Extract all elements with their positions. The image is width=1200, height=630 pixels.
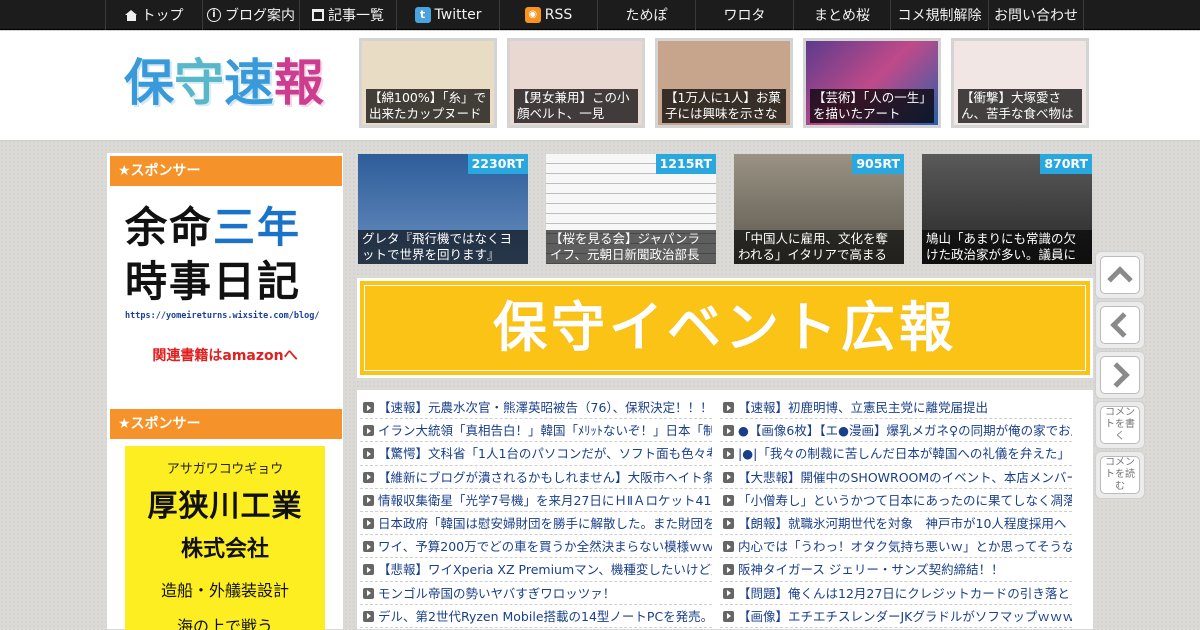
- headline-column-right: 【速報】初鹿明博、立憲民主党に離党届提出 ●【画像6枚】【エ●漫画】爆乳メガネ♀…: [720, 396, 1072, 628]
- retweet-count-badge: 2230RT: [467, 154, 528, 174]
- headline-link[interactable]: ●【画像6枚】【エ●漫画】爆乳メガネ♀の同期が俺の家でお風呂: [720, 419, 1072, 443]
- chevron-right-icon: [1104, 362, 1130, 388]
- header-thumb-article[interactable]: 【1万人に1人】お菓子には興味を示さない: [655, 38, 793, 128]
- chevron-left-icon: [1110, 312, 1136, 338]
- headline-link[interactable]: 【悲報】ワイXperia XZ Premiumマン、機種変したいけど変えた: [360, 558, 712, 582]
- retweet-count-badge: 905RT: [852, 154, 904, 174]
- site-logo[interactable]: 保守速報: [124, 53, 324, 113]
- popular-articles: 2230RT グレタ『飛行機ではなくヨットで世界を回ります』 1215RT 【桜…: [358, 154, 1092, 264]
- left-sidebar: ★スポンサー 余命三年 時事日記 https://yomeireturns.wi…: [106, 152, 344, 630]
- headline-link[interactable]: デル、第2世代Ryzen Mobile搭載の14型ノートPCを発売。価格は: [360, 605, 712, 628]
- retweet-count-badge: 870RT: [1040, 154, 1092, 174]
- headline-link[interactable]: 【速報】初鹿明博、立憲民主党に離党届提出: [720, 396, 1072, 420]
- headline-link[interactable]: 阪神タイガース ジェリー・サンズ契約締結！！: [720, 558, 1072, 582]
- nav-item-tamepo[interactable]: ためぽ: [597, 0, 695, 30]
- headline-link[interactable]: 【維新にブログが潰されるかもしれません】大阪市ヘイト条例: [360, 466, 712, 489]
- retweet-count-badge: 1215RT: [655, 154, 716, 174]
- headline-link[interactable]: |●|「我々の制裁に苦しんだ日本が韓国への礼儀を弁えた」と韓: [720, 442, 1072, 466]
- scroll-top-button[interactable]: [1095, 251, 1145, 299]
- nav-item-rss[interactable]: ◉ RSS: [499, 0, 597, 30]
- popular-article-card[interactable]: 905RT 「中国人に雇用、文化を奪われる」イタリアで高まる: [734, 154, 904, 264]
- headline-list: 【速報】元農水次官・熊澤英昭被告（76）、保釈決定！！！！ イラン大統領「真相告…: [356, 389, 1094, 630]
- amazon-link[interactable]: 関連書籍はamazonへ: [125, 345, 325, 365]
- headline-link[interactable]: 【画像】エチエチスレンダーJKグラドルがソフマップｗｗｗｗ: [720, 605, 1072, 628]
- rss-icon: ◉: [524, 7, 541, 23]
- header-thumb-article[interactable]: 【衝撃】大塚愛さん、苦手な食べ物は: [951, 38, 1089, 128]
- headline-link[interactable]: 【驚愕】文科省「1人1台のパソコンだが、ソフト面も色々考え: [360, 442, 712, 466]
- twitter-icon: t: [414, 7, 431, 23]
- list-icon: [312, 9, 324, 21]
- nav-item-matome-sakura[interactable]: まとめ桜: [793, 0, 890, 30]
- header-thumb-article[interactable]: 【芸術】「人の一生」を描いたアート: [803, 38, 941, 128]
- previous-article-button[interactable]: [1095, 301, 1145, 349]
- nav-item-blog-guide[interactable]: i ブログ案内: [202, 0, 299, 30]
- ad-url: https://yomeireturns.wixsite.com/blog/: [125, 311, 320, 321]
- top-navigation: トップ i ブログ案内 記事一覧 t Twitter ◉ RSS ためぽ ワロタ まと…: [0, 0, 1200, 30]
- header-thumb-article[interactable]: 【男女兼用】この小顔ベルト、一見: [507, 38, 645, 128]
- headline-link[interactable]: 【大悲報】開催中のSHOWROOMのイベント、本店メンバー全: [720, 466, 1072, 489]
- read-comments-button[interactable]: コメントを読む: [1095, 451, 1145, 499]
- nav-item-contact[interactable]: お問い合わせ: [988, 0, 1084, 30]
- headline-link[interactable]: 【速報】元農水次官・熊澤英昭被告（76）、保釈決定！！！！: [360, 396, 712, 420]
- headline-link[interactable]: 「小僧寿し」というかつて日本にあったのに果てしなく凋落: [720, 489, 1072, 512]
- home-icon: [124, 9, 138, 21]
- nav-item-comment-unblock[interactable]: コメ規制解除: [890, 0, 988, 30]
- sponsor-ad-yomei[interactable]: 余命三年 時事日記 https://yomeireturns.wixsite.c…: [125, 201, 325, 365]
- headline-link[interactable]: 情報収集衛星「光学7号機」を来月27日にＨⅡＡロケット41号機: [360, 489, 712, 512]
- event-banner[interactable]: 保守イベント広報: [356, 277, 1094, 379]
- write-comment-button[interactable]: コメントを書く: [1095, 401, 1145, 449]
- popular-article-card[interactable]: 2230RT グレタ『飛行機ではなくヨットで世界を回ります』: [358, 154, 528, 264]
- nav-item-twitter[interactable]: t Twitter: [396, 0, 499, 30]
- headline-link[interactable]: 内心では「うわっ！オタク気持ち悪いｗ」とか思ってそうな声: [720, 535, 1072, 559]
- headline-link[interactable]: 【朗報】就職氷河期世代を対象 神戸市が10人程度採用へ: [720, 512, 1072, 536]
- chevron-up-icon: [1107, 266, 1133, 292]
- sponsor-heading: ★スポンサー: [110, 409, 342, 439]
- popular-article-card[interactable]: 1215RT 【桜を見る会】ジャパンライフ、元朝日新聞政治部長: [546, 154, 716, 264]
- popular-article-card[interactable]: 870RT 鳩山「あまりにも常識の欠けた政治家が多い。議員に: [922, 154, 1092, 264]
- nav-item-warota[interactable]: ワロタ: [695, 0, 793, 30]
- sponsor-ad-asagawa[interactable]: アサガワコウギョウ 厚狭川工業 株式会社 造船・外艤装設計 海の上で戦う: [125, 446, 325, 630]
- site-header: 保守速報 【綿100%】「糸」で出来たカップヌードル 【男女兼用】この小顔ベルト…: [0, 31, 1200, 141]
- headline-link[interactable]: 【問題】俺くんは12月27日にクレジットカードの引き落としが: [720, 582, 1072, 605]
- headline-column-left: 【速報】元農水次官・熊澤英昭被告（76）、保釈決定！！！！ イラン大統領「真相告…: [360, 396, 712, 628]
- headline-link[interactable]: ワイ、予算200万でどの車を買うか全然決まらない模様ｗｗｗｗ: [360, 535, 712, 559]
- nav-item-top[interactable]: トップ: [105, 0, 202, 30]
- headline-link[interactable]: イラン大統領「真相告白！」韓国「ﾒﾘｯﾄないぞ！」日本「制裁: [360, 419, 712, 443]
- headline-link[interactable]: 日本政府「韓国は慰安婦財団を勝手に解散した。また財団を作: [360, 512, 712, 536]
- header-thumb-article[interactable]: 【綿100%】「糸」で出来たカップヌードル: [359, 38, 497, 128]
- nav-item-article-list[interactable]: 記事一覧: [299, 0, 396, 30]
- info-icon: i: [207, 8, 221, 22]
- headline-link[interactable]: モンゴル帝国の勢いヤバすぎワロッツァ！: [360, 582, 712, 605]
- sponsor-heading: ★スポンサー: [110, 156, 342, 186]
- floating-navigation: コメントを書く コメントを読む: [1095, 251, 1147, 501]
- header-thumbnails: 【綿100%】「糸」で出来たカップヌードル 【男女兼用】この小顔ベルト、一見 【…: [359, 38, 1089, 128]
- next-article-button[interactable]: [1095, 351, 1145, 399]
